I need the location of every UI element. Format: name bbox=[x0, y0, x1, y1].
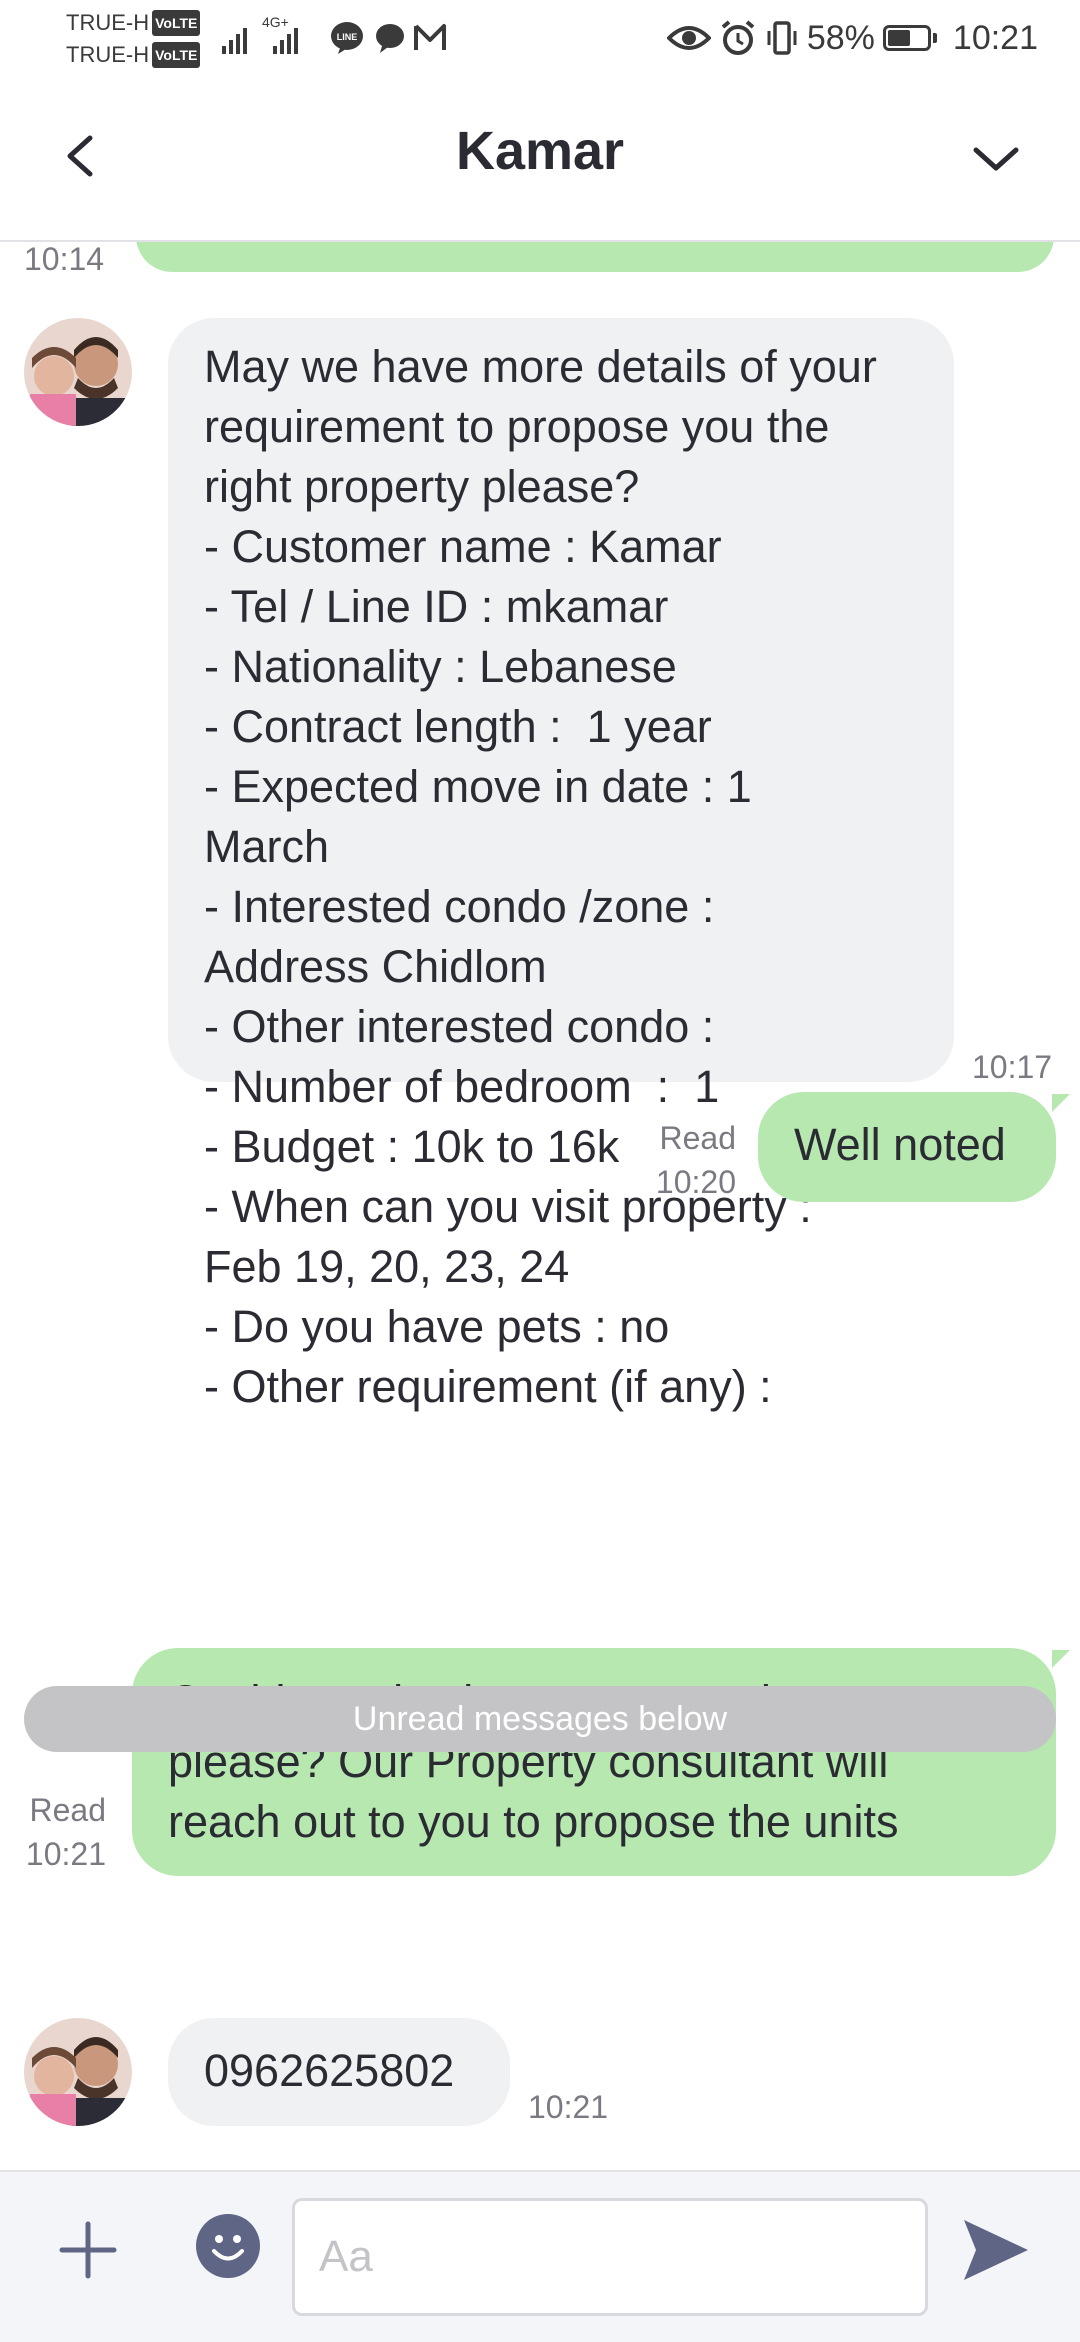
read-label: Read bbox=[659, 1120, 737, 1156]
outgoing-message-bubble[interactable]: Well noted bbox=[758, 1092, 1056, 1202]
eye-icon bbox=[666, 26, 711, 50]
message-line: - Expected move in date : 1 bbox=[204, 761, 752, 812]
chat-title[interactable]: Kamar bbox=[0, 120, 1080, 182]
avatar[interactable] bbox=[24, 318, 132, 426]
message-line: March bbox=[204, 821, 330, 872]
carrier-2: TRUE-H VoLTE bbox=[66, 42, 201, 68]
emoji-button[interactable] bbox=[196, 2214, 260, 2278]
send-button[interactable] bbox=[958, 2212, 1034, 2288]
status-right: 58% 10:21 bbox=[666, 16, 1038, 60]
chat-messages[interactable]: 10:14 May we have more details of your re… bbox=[0, 240, 1080, 2170]
message-line: - Other requirement (if any) : bbox=[204, 1361, 772, 1412]
battery-percent: 58% bbox=[806, 18, 875, 57]
chat-icon bbox=[376, 24, 404, 53]
message-line: - Customer name : Kamar bbox=[204, 521, 722, 572]
message-line: Address Chidlom bbox=[204, 941, 547, 992]
message-line: May we have more details of your bbox=[204, 341, 877, 392]
outgoing-message-bubble[interactable]: Could we also have your numberplease? Ou… bbox=[132, 1648, 1056, 1876]
message-input[interactable] bbox=[292, 2198, 928, 2316]
line-icon: LINE bbox=[331, 22, 363, 54]
message-line: right property please? bbox=[204, 461, 640, 512]
avatar[interactable] bbox=[24, 2018, 132, 2126]
bubble-tail bbox=[1052, 1650, 1070, 1668]
read-label: Read bbox=[29, 1792, 107, 1828]
gmail-icon bbox=[414, 24, 446, 50]
carrier-1-label: TRUE-H bbox=[66, 10, 150, 35]
avatar-image bbox=[24, 2018, 132, 2126]
incoming-message-bubble[interactable]: 0962625802 bbox=[168, 2018, 510, 2126]
status-bar: TRUE-H VoLTE TRUE-H VoLTE 4G+ LINE 58% 1… bbox=[0, 0, 1080, 78]
read-receipt: Read 10:20 bbox=[600, 1116, 736, 1204]
message-line: reach out to you to propose the units bbox=[168, 1796, 899, 1847]
incoming-message-text: May we have more details of your requirem… bbox=[204, 337, 918, 1417]
message-line: - Other interested condo : bbox=[204, 1001, 715, 1052]
message-input-bar bbox=[0, 2170, 1080, 2342]
read-time: 10:20 bbox=[655, 1164, 736, 1200]
read-receipt: Read 10:21 bbox=[0, 1788, 106, 1876]
incoming-message-time: 10:17 bbox=[972, 1049, 1053, 1085]
send-icon bbox=[964, 2220, 1028, 2280]
avatar-image bbox=[24, 318, 132, 426]
message-line: Feb 19, 20, 23, 24 bbox=[204, 1241, 570, 1292]
previous-message-time: 10:14 bbox=[24, 241, 105, 277]
carrier-1: TRUE-H VoLTE bbox=[66, 10, 201, 36]
message-line: requirement to propose you the bbox=[204, 401, 830, 452]
plus-icon bbox=[59, 2221, 117, 2279]
bubble-tail bbox=[1052, 1094, 1070, 1112]
battery-fill bbox=[887, 30, 910, 46]
network-label: 4G+ bbox=[262, 14, 289, 30]
alarm-icon bbox=[721, 20, 755, 55]
battery-icon bbox=[882, 25, 937, 51]
incoming-message-bubble[interactable]: May we have more details of your requirem… bbox=[168, 318, 954, 1412]
message-line: - Interested condo /zone : bbox=[204, 881, 715, 932]
emoji-icon bbox=[212, 2235, 244, 2261]
header-menu-button[interactable] bbox=[956, 118, 1036, 198]
chat-header: Kamar bbox=[0, 78, 1080, 242]
message-line: - Do you have pets : no bbox=[204, 1301, 670, 1352]
notification-icons: LINE bbox=[331, 22, 446, 54]
status-time: 10:21 bbox=[952, 18, 1038, 57]
plus-button[interactable] bbox=[52, 2214, 124, 2286]
outgoing-message-text: Well noted bbox=[794, 1119, 1006, 1170]
incoming-message-text: 0962625802 bbox=[204, 2045, 455, 2096]
unread-messages-divider: Unread messages below bbox=[24, 1686, 1056, 1752]
carrier-2-label: TRUE-H bbox=[66, 42, 150, 67]
read-time: 10:21 bbox=[25, 1836, 106, 1872]
svg-text:LINE: LINE bbox=[337, 32, 358, 42]
message-line: - Contract length : 1 year bbox=[204, 701, 712, 752]
chevron-down-icon bbox=[973, 147, 1019, 171]
volte-badge-1: VoLTE bbox=[152, 10, 201, 36]
incoming-message-time: 10:21 bbox=[528, 2089, 609, 2125]
volte-badge-2: VoLTE bbox=[152, 42, 201, 68]
vibrate-icon bbox=[767, 21, 797, 55]
message-line: - Nationality : Lebanese bbox=[204, 641, 677, 692]
previous-outgoing-bubble[interactable] bbox=[136, 240, 1054, 272]
message-line: - Tel / Line ID : mkamar bbox=[204, 581, 669, 632]
